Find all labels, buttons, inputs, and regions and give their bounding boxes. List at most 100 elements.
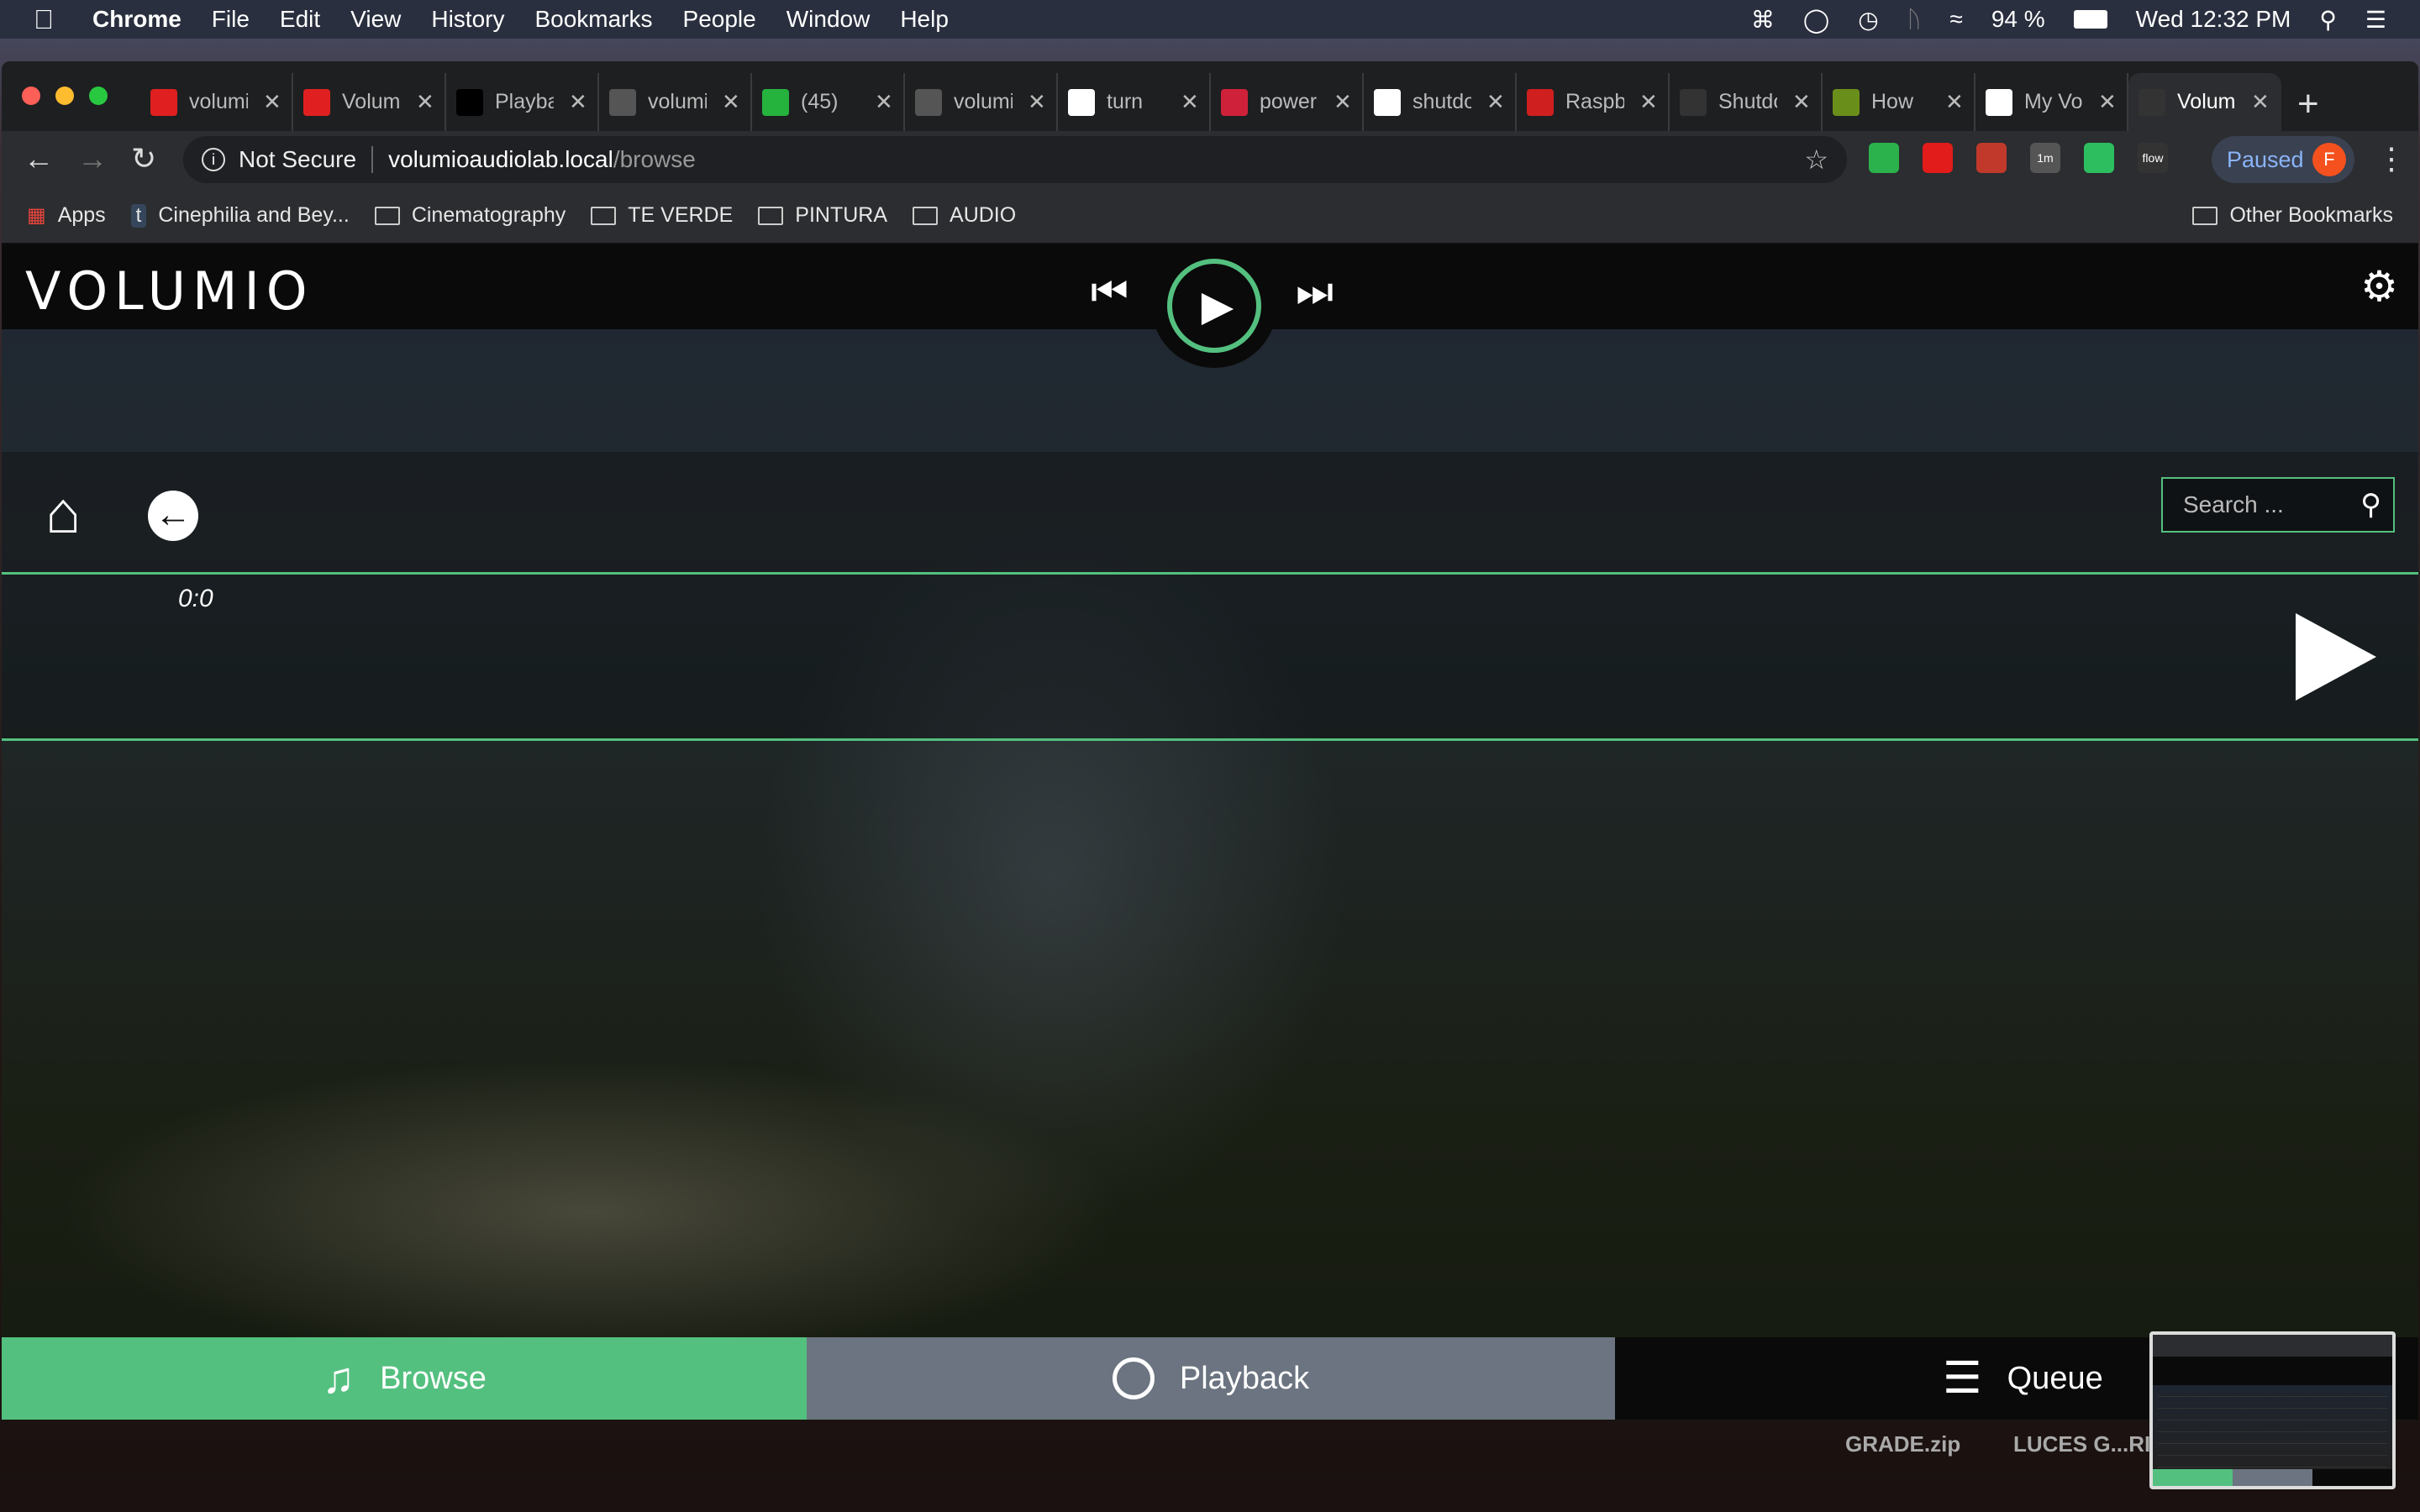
notification-center-icon[interactable]: ☰ [2365,6,2386,34]
close-tab-icon[interactable]: ✕ [1792,89,1811,115]
spotlight-icon[interactable]: ⚲ [2319,6,2337,34]
bookmark-star-icon[interactable]: ☆ [1804,144,1828,176]
bookmark-folder-te-verde[interactable]: TE VERDE [591,203,733,228]
tab-0[interactable]: volumio ✕ [140,73,293,131]
desktop-file[interactable]: LUCES G...RIE [2013,1431,2165,1457]
tab-8[interactable]: shutdown ✕ [1364,73,1517,131]
close-tab-icon[interactable]: ✕ [875,89,893,115]
close-window-button[interactable] [22,87,40,105]
window-controls [22,87,108,105]
sync-icon[interactable]: ◯ [1803,6,1829,34]
minimize-window-button[interactable] [55,87,74,105]
chrome-menu-icon[interactable]: ⋮ [2376,141,2407,176]
address-bar[interactable]: i Not Secure volumioaudiolab.local/brows… [183,136,1847,183]
tab-10[interactable]: Shutdown ✕ [1670,73,1823,131]
tab-3[interactable]: volumio ✕ [599,73,752,131]
menu-people[interactable]: People [683,6,756,33]
feedly-extension-icon[interactable] [1869,143,1899,173]
search-input[interactable]: Search ... ⚲ [2161,477,2395,533]
tab-11[interactable]: How ✕ [1823,73,1975,131]
tab-4[interactable]: (45) ✕ [752,73,905,131]
menu-bookmarks[interactable]: Bookmarks [534,6,652,33]
menu-file[interactable]: File [212,6,250,33]
zoom-window-button[interactable] [89,87,108,105]
other-bookmarks[interactable]: Other Bookmarks [2192,203,2393,228]
tab-9[interactable]: Raspberry ✕ [1517,73,1670,131]
close-tab-icon[interactable]: ✕ [722,89,740,115]
close-tab-icon[interactable]: ✕ [1945,89,1964,115]
bookmark-folder-pintura[interactable]: PINTURA [758,203,887,228]
close-tab-icon[interactable]: ✕ [416,89,434,115]
play-track-icon[interactable] [2296,613,2376,701]
forward-arrow-icon[interactable]: → [77,141,108,176]
volumio-logo[interactable]: VOLUMIO [25,260,314,322]
tab-playback[interactable]: Playback [807,1337,1615,1420]
close-tab-icon[interactable]: ✕ [1486,89,1505,115]
tab-12[interactable]: My Volumio ✕ [1975,73,2128,131]
menu-history[interactable]: History [431,6,504,33]
folder-icon [374,206,400,225]
time-machine-icon[interactable]: ◷ [1858,6,1878,34]
flow-extension-icon[interactable]: flow [2138,143,2168,173]
screenshot-thumbnail-preview[interactable] [2149,1331,2396,1489]
volumio-icon [1680,88,1707,116]
new-tab-button[interactable]: + [2297,83,2319,125]
close-tab-icon[interactable]: ✕ [1334,89,1352,115]
search-placeholder: Search ... [2183,491,2284,517]
menu-edit[interactable]: Edit [280,6,320,33]
play-button[interactable]: ▶ [1167,259,1261,353]
reload-icon[interactable]: ↻ [131,141,156,176]
close-tab-icon[interactable]: ✕ [1639,89,1658,115]
desktop-file[interactable]: GRADE.zip [1845,1431,1960,1457]
next-track-icon[interactable]: ⏭ [1296,267,1334,317]
tab-13[interactable]: Volumio ✕ [2128,73,2281,131]
tab-1[interactable]: Volumio ✕ [293,73,446,131]
airdrop-icon[interactable]: ⌘ [1751,6,1775,34]
security-label[interactable]: Not Secure [239,146,356,173]
tab-7[interactable]: power ✕ [1211,73,1364,131]
bookmark-label: Cinephilia and Bey... [158,203,350,227]
menu-help[interactable]: Help [900,6,949,33]
bookmark-label: Other Bookmarks [2229,203,2393,227]
close-tab-icon[interactable]: ✕ [2251,89,2270,115]
bookmark-folder-audio[interactable]: AUDIO [913,203,1016,228]
tab-5[interactable]: volumio ✕ [905,73,1058,131]
info-icon[interactable]: i [202,148,225,171]
battery-icon[interactable] [2073,10,2107,29]
close-tab-icon[interactable]: ✕ [1028,89,1046,115]
tab-title: volumio [954,90,1013,113]
close-tab-icon[interactable]: ✕ [569,89,587,115]
back-circle-icon[interactable]: ← [148,491,198,541]
timer-extension-icon[interactable]: 1m [2030,143,2060,173]
back-arrow-icon[interactable]: ← [24,141,54,176]
track-row[interactable]: 0:0 [2,572,2418,741]
clock[interactable]: Wed 12:32 PM [2136,6,2291,33]
bookmarks-bar: ▦ Apps t Cinephilia and Bey... Cinematogra… [2,188,2418,244]
close-tab-icon[interactable]: ✕ [1181,89,1199,115]
search-icon[interactable]: ⚲ [2360,488,2381,522]
tab-2[interactable]: Playback ✕ [446,73,599,131]
home-icon[interactable]: ⌂ [45,479,81,546]
profile-button[interactable]: Paused F [2212,136,2354,183]
tab-title: Shutdown [1718,90,1777,113]
settings-gear-icon[interactable]: ⚙ [2360,262,2398,311]
wifi-icon[interactable]: ≈ [1949,6,1962,33]
previous-track-icon[interactable]: ⏮ [1091,267,1128,317]
close-tab-icon[interactable]: ✕ [263,89,281,115]
menu-window[interactable]: Window [786,6,871,33]
battery-percent[interactable]: 94 % [1991,6,2045,33]
bookmark-folder-cinematography[interactable]: Cinematography [374,203,566,228]
bookmark-apps[interactable]: ▦ Apps [27,203,106,228]
reader-extension-icon[interactable] [1976,143,2007,173]
tab-6[interactable]: turn ✕ [1058,73,1211,131]
tab-browse[interactable]: ♫ Browse [2,1337,807,1420]
adblock-extension-icon[interactable] [1923,143,1953,173]
evernote-extension-icon[interactable] [2084,143,2114,173]
apple-icon[interactable]:  [34,4,54,35]
menu-app[interactable]: Chrome [92,6,182,33]
menu-view[interactable]: View [350,6,401,33]
macos-menubar:  Chrome File Edit View History Bookmark… [0,0,2420,39]
bookmark-cinephilia[interactable]: t Cinephilia and Bey... [130,203,350,228]
bluetooth-icon[interactable]: ᚢ [1907,6,1922,33]
close-tab-icon[interactable]: ✕ [2098,89,2117,115]
